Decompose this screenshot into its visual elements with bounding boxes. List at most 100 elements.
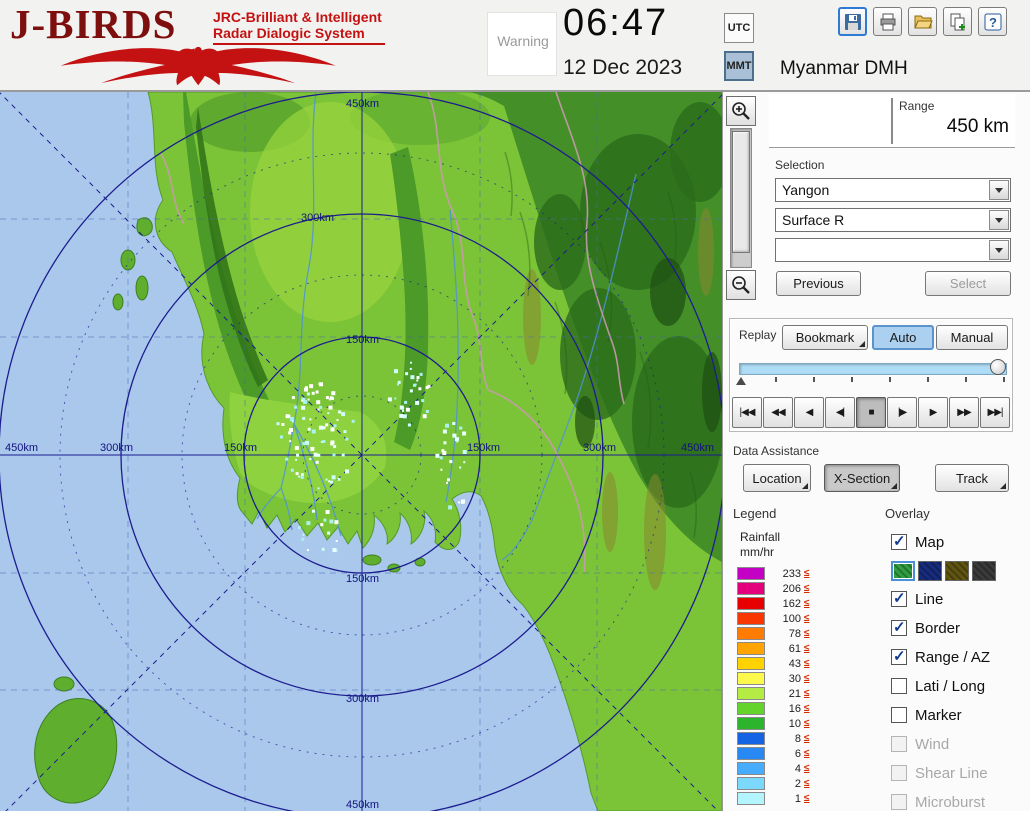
legend-row-30: 30≤ [737, 671, 810, 686]
playback-button-6[interactable]: ▶ [918, 397, 948, 428]
replay-label: Replay [739, 328, 776, 342]
site-dropdown[interactable]: Yangon [775, 178, 1011, 202]
map-color-swatch-0[interactable] [891, 561, 915, 581]
less-equal-icon: ≤ [804, 673, 810, 684]
copy-add-button[interactable] [943, 7, 972, 36]
overlay-item-label: Border [915, 620, 960, 637]
open-folder-button[interactable] [908, 7, 937, 36]
track-button[interactable]: Track [935, 464, 1009, 492]
checkbox-line[interactable] [891, 591, 907, 607]
legend-color-swatch [737, 597, 765, 610]
map-color-swatch-2[interactable] [945, 561, 969, 581]
legend-color-swatch [737, 582, 765, 595]
zoom-out-icon [730, 274, 752, 296]
checkbox-map[interactable] [891, 534, 907, 550]
overlay-item-label: Line [915, 591, 943, 608]
auto-button[interactable]: Auto [872, 325, 934, 350]
legend-value: 162 [769, 598, 801, 610]
bookmark-button[interactable]: Bookmark [782, 325, 868, 350]
checkbox-border[interactable] [891, 620, 907, 636]
select-button[interactable]: Select [925, 271, 1011, 296]
map-color-swatch-1[interactable] [918, 561, 942, 581]
overlay-item-range-az: Range / AZ [891, 647, 1027, 667]
legend-color-swatch [737, 687, 765, 700]
legend-value: 78 [769, 628, 801, 640]
previous-button[interactable]: Previous [776, 271, 861, 296]
map-color-swatch-3[interactable] [972, 561, 996, 581]
station-name: Myanmar DMH [780, 58, 908, 80]
legend-row-43: 43≤ [737, 656, 810, 671]
printer-icon [878, 12, 898, 32]
site-dropdown-button[interactable] [989, 180, 1009, 200]
overlay-item-label: Range / AZ [915, 649, 990, 666]
legend-value: 21 [769, 688, 801, 700]
range-label: Range [899, 99, 934, 113]
replay-slider-thumb[interactable] [990, 359, 1006, 375]
checkbox-microburst [891, 794, 907, 810]
location-button[interactable]: Location [743, 464, 811, 492]
legend-row-206: 206≤ [737, 581, 810, 596]
mmt-button[interactable]: MMT [724, 51, 754, 81]
manual-button[interactable]: Manual [936, 325, 1008, 350]
legend-value: 2 [769, 778, 801, 790]
save-button[interactable] [838, 7, 867, 36]
legend-row-233: 233≤ [737, 566, 810, 581]
zoom-in-button[interactable] [726, 96, 756, 126]
product-dropdown[interactable]: Surface R [775, 208, 1011, 232]
playback-button-3[interactable]: ◀| [825, 397, 855, 428]
svg-text:150km: 150km [346, 573, 379, 585]
checkbox-range-az[interactable] [891, 649, 907, 665]
legend-label: Legend [733, 506, 776, 521]
svg-text:450km: 450km [346, 98, 379, 110]
less-equal-icon: ≤ [804, 568, 810, 579]
legend-color-swatch [737, 567, 765, 580]
utc-button[interactable]: UTC [724, 13, 754, 43]
less-equal-icon: ≤ [804, 793, 810, 804]
radar-map-area[interactable]: 450km 300km 150km 450km 300km 150km 150k… [0, 92, 722, 811]
radar-map[interactable]: 450km 300km 150km 450km 300km 150km 150k… [0, 92, 722, 811]
legend-color-swatch [737, 747, 765, 760]
legend-row-78: 78≤ [737, 626, 810, 641]
less-equal-icon: ≤ [804, 613, 810, 624]
svg-text:300km: 300km [583, 442, 616, 454]
legend-color-swatch [737, 657, 765, 670]
overlay-label: Overlay [885, 506, 930, 521]
app-logo-title: J-BIRDS [10, 0, 176, 48]
print-button[interactable] [873, 7, 902, 36]
option-dropdown[interactable] [775, 238, 1011, 262]
zoom-slider-thumb[interactable] [732, 131, 750, 253]
zoom-slider[interactable] [730, 128, 752, 268]
rainfall-legend: 233≤206≤162≤100≤78≤61≤43≤30≤21≤16≤10≤8≤6… [737, 566, 810, 806]
legend-row-1: 1≤ [737, 791, 810, 806]
warning-label: Warning [488, 33, 558, 49]
legend-value: 43 [769, 658, 801, 670]
option-dropdown-button[interactable] [989, 240, 1009, 260]
zoom-out-button[interactable] [726, 270, 756, 300]
less-equal-icon: ≤ [804, 643, 810, 654]
less-equal-icon: ≤ [804, 733, 810, 744]
playback-button-2[interactable]: ◀ [794, 397, 824, 428]
overlay-item-border: Border [891, 618, 1027, 638]
replay-timeline-slider[interactable] [739, 363, 1007, 375]
overlay-options: MapLineBorderRange / AZLati / LongMarker… [891, 532, 1027, 821]
playback-button-7[interactable]: ▶▶ [949, 397, 979, 428]
playback-button-4[interactable]: ■ [856, 397, 886, 428]
svg-text:450km: 450km [5, 442, 38, 454]
save-icon [843, 12, 863, 32]
svg-text:150km: 150km [224, 442, 257, 454]
legend-value: 61 [769, 643, 801, 655]
product-dropdown-button[interactable] [989, 210, 1009, 230]
playback-button-1[interactable]: ◀◀ [763, 397, 793, 428]
playback-button-0[interactable]: |◀◀ [732, 397, 762, 428]
legend-color-swatch [737, 642, 765, 655]
help-button[interactable]: ? [978, 7, 1007, 36]
checkbox-lati-long[interactable] [891, 678, 907, 694]
playback-button-8[interactable]: ▶▶| [980, 397, 1010, 428]
playback-button-5[interactable]: |▶ [887, 397, 917, 428]
x-section-button[interactable]: X-Section [824, 464, 900, 492]
legend-value: 30 [769, 673, 801, 685]
checkbox-marker[interactable] [891, 707, 907, 723]
folder-icon [913, 12, 933, 32]
overlay-item-label: Shear Line [915, 765, 988, 782]
legend-row-2: 2≤ [737, 776, 810, 791]
